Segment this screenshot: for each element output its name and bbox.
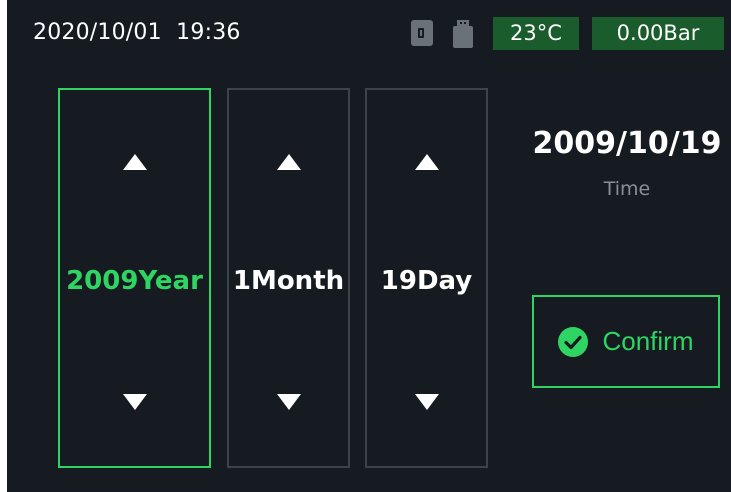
- day-down-arrow-icon[interactable]: [414, 394, 439, 410]
- confirm-button[interactable]: Confirm: [532, 295, 720, 388]
- date-caption: Time: [603, 178, 651, 200]
- temperature-badge: 23°C: [493, 17, 579, 50]
- day-value: 19Day: [380, 266, 473, 296]
- year-value: 2009Year: [66, 266, 203, 296]
- month-up-arrow-icon[interactable]: [276, 154, 301, 170]
- year-down-arrow-icon[interactable]: [122, 394, 147, 410]
- year-up-arrow-icon[interactable]: [122, 154, 147, 170]
- month-value: 1Month: [232, 266, 345, 296]
- selected-date: 2009/10/19: [532, 126, 722, 161]
- check-circle-icon: [558, 326, 589, 357]
- day-picker[interactable]: 19Day: [365, 88, 488, 468]
- month-picker[interactable]: 1Month: [227, 88, 350, 468]
- month-down-arrow-icon[interactable]: [276, 394, 301, 410]
- day-up-arrow-icon[interactable]: [414, 154, 439, 170]
- current-datetime: 2020/10/01 19:36: [33, 20, 241, 45]
- usb-drive-icon: [453, 20, 473, 52]
- date-setting-screen: 2020/10/01 19:36 23°C 0.00Bar 2009Year 1…: [7, 0, 731, 492]
- pressure-badge: 0.00Bar: [592, 17, 724, 50]
- confirm-label: Confirm: [602, 326, 694, 356]
- sd-card-icon: [411, 20, 433, 50]
- year-picker[interactable]: 2009Year: [58, 88, 211, 468]
